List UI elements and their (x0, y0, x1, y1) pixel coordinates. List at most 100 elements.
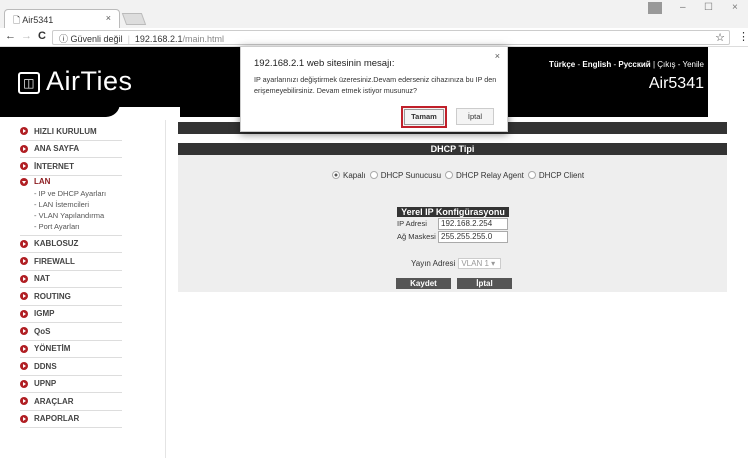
radio-icon (369, 171, 378, 179)
back-icon[interactable]: ← (5, 30, 16, 42)
sidebar-item-ana-sayfa[interactable]: ANA SAYFA (20, 141, 122, 158)
subnet-mask-input[interactable] (438, 230, 508, 243)
label: DHCP Sunucusu (380, 171, 442, 180)
sidebar-item-internet[interactable]: İNTERNET (20, 158, 122, 176)
sep: | (652, 60, 656, 69)
maximize-button[interactable]: ☐ (704, 2, 713, 13)
label: NAT (34, 274, 50, 284)
sidebar-item-araclar[interactable]: ARAÇLAR (20, 393, 122, 411)
sidebar-nav: HIZLI KURULUM ANA SAYFA İNTERNET LAN - I… (20, 123, 165, 428)
menu-icon[interactable]: ⋮ (738, 30, 748, 43)
sidebar-item-igmp[interactable]: IGMP (20, 306, 122, 323)
dialog-message: IP ayarlarınızı değiştirmek üzeresiniz.D… (254, 75, 497, 95)
tab-close-icon[interactable]: × (106, 13, 111, 23)
minimize-button[interactable]: – (680, 2, 686, 13)
cancel-button[interactable]: İptal (457, 278, 512, 289)
label: YÖNETİM (34, 344, 71, 354)
reload-icon[interactable]: C (38, 30, 46, 42)
sidebar-item-hizli-kurulum[interactable]: HIZLI KURULUM (20, 123, 122, 141)
url-path: /main.html (182, 34, 224, 44)
ok-label: Tamam (404, 109, 444, 125)
tab-title: Air5341 (22, 15, 54, 25)
dialog-cancel-button[interactable]: İptal (456, 108, 494, 125)
lang-english-link[interactable]: English (582, 60, 611, 69)
dialog-close-icon[interactable]: × (495, 51, 500, 61)
sidebar-item-yonetim[interactable]: YÖNETİM (20, 341, 122, 358)
subitem-ip-dhcp[interactable]: - IP ve DHCP Ayarları (20, 188, 122, 199)
radio-kapali[interactable]: Kapalı (332, 171, 366, 180)
ip-config-table: Yerel IP Konfigürasyonu IP Adresi Ağ Mas… (397, 207, 509, 243)
star-icon[interactable]: ☆ (715, 31, 725, 44)
language-links: Türkçe - English - Русский | Çıkış - Yen… (549, 60, 704, 69)
sidebar-item-lan[interactable]: LAN (20, 176, 122, 188)
label: ARAÇLAR (34, 396, 74, 406)
sidebar-item-ddns[interactable]: DDNS (20, 358, 122, 376)
model-name: Air5341 (648, 75, 704, 92)
radio-icon (445, 171, 454, 179)
url-input[interactable]: ⓘ Güvenli değil | 192.168.2.1/main.html ☆ (52, 30, 730, 45)
sidebar-item-nat[interactable]: NAT (20, 271, 122, 288)
arrow-bullet-icon (20, 309, 28, 318)
arrow-bullet-icon (20, 292, 28, 301)
label: İNTERNET (34, 161, 74, 171)
label: DHCP Relay Agent (456, 171, 524, 180)
arrow-bullet-icon (20, 162, 28, 171)
arrow-bullet-icon (20, 327, 28, 336)
profile-icon[interactable] (648, 2, 662, 14)
logout-link[interactable]: Çıkış (657, 60, 675, 69)
label: KABLOSUZ (34, 239, 79, 249)
dialog-title: 192.168.2.1 web sitesinin mesajı: (254, 58, 395, 69)
subitem-port-settings[interactable]: - Port Ayarları (20, 221, 122, 232)
new-tab-button[interactable] (121, 13, 147, 25)
sidebar-item-kablosuz[interactable]: KABLOSUZ (20, 236, 122, 253)
label: Kapalı (343, 171, 366, 180)
arrow-bullet-icon (20, 127, 28, 136)
ip-address-label: IP Adresi (397, 219, 427, 228)
radio-icon (527, 171, 536, 179)
security-label: Güvenli değil (70, 34, 123, 44)
label: HIZLI KURULUM (34, 126, 97, 136)
sidebar-item-routing[interactable]: ROUTING (20, 288, 122, 306)
label: ROUTING (34, 291, 71, 301)
label: DHCP Client (538, 171, 585, 180)
address-bar-row: ← → C ⓘ Güvenli değil | 192.168.2.1/main.h… (0, 28, 748, 47)
arrow-bullet-icon (20, 414, 28, 423)
arrow-bullet-icon (20, 239, 28, 248)
label: ANA SAYFA (34, 144, 80, 154)
arrow-bullet-icon (20, 274, 28, 283)
ip-address-input[interactable] (438, 217, 508, 230)
ip-config-title: Yerel IP Konfigürasyonu (397, 207, 509, 217)
ok-button[interactable]: Tamam (401, 106, 447, 128)
sidebar-item-upnp[interactable]: UPNP (20, 376, 122, 393)
logo-icon: ◫ (18, 72, 40, 94)
label: UPNP (34, 379, 57, 389)
subitem-lan-clients[interactable]: - LAN İstemcileri (20, 199, 122, 210)
browser-tab[interactable]: 🗋 Air5341 × (4, 9, 120, 29)
sep: - (677, 60, 681, 69)
sidebar-item-qos[interactable]: QoS (20, 323, 122, 341)
sidebar-divider (165, 120, 166, 458)
lang-turkish-link[interactable]: Türkçe (549, 60, 575, 69)
close-window-button[interactable]: × (732, 2, 738, 13)
confirm-dialog: 192.168.2.1 web sitesinin mesajı: × IP a… (240, 46, 508, 132)
radio-checked-icon (332, 171, 340, 179)
forward-icon[interactable]: → (21, 30, 32, 42)
airties-logo[interactable]: ◫ AirTies (18, 66, 133, 97)
label: QoS (34, 326, 51, 336)
lang-russian-link[interactable]: Русский (618, 60, 650, 69)
radio-dhcp-client[interactable]: DHCP Client (527, 171, 585, 180)
sidebar-item-raporlar[interactable]: RAPORLAR (20, 411, 122, 428)
refresh-link[interactable]: Yenile (682, 60, 704, 69)
radio-dhcp-server[interactable]: DHCP Sunucusu (369, 171, 442, 180)
sidebar-item-firewall[interactable]: FIREWALL (20, 253, 122, 271)
radio-dhcp-relay[interactable]: DHCP Relay Agent (445, 171, 524, 180)
info-icon[interactable]: ⓘ (59, 34, 68, 44)
arrow-bullet-icon (20, 344, 28, 353)
broadcast-label: Yayın Adresi (411, 259, 456, 268)
arrow-bullet-icon (20, 257, 28, 266)
section-title: DHCP Tipi (178, 143, 727, 155)
subitem-vlan[interactable]: - VLAN Yapılandırma (20, 210, 122, 221)
save-button[interactable]: Kaydet (396, 278, 451, 289)
broadcast-select[interactable]: VLAN 1 ▾ (458, 258, 502, 269)
page-icon: 🗋 (13, 15, 23, 25)
